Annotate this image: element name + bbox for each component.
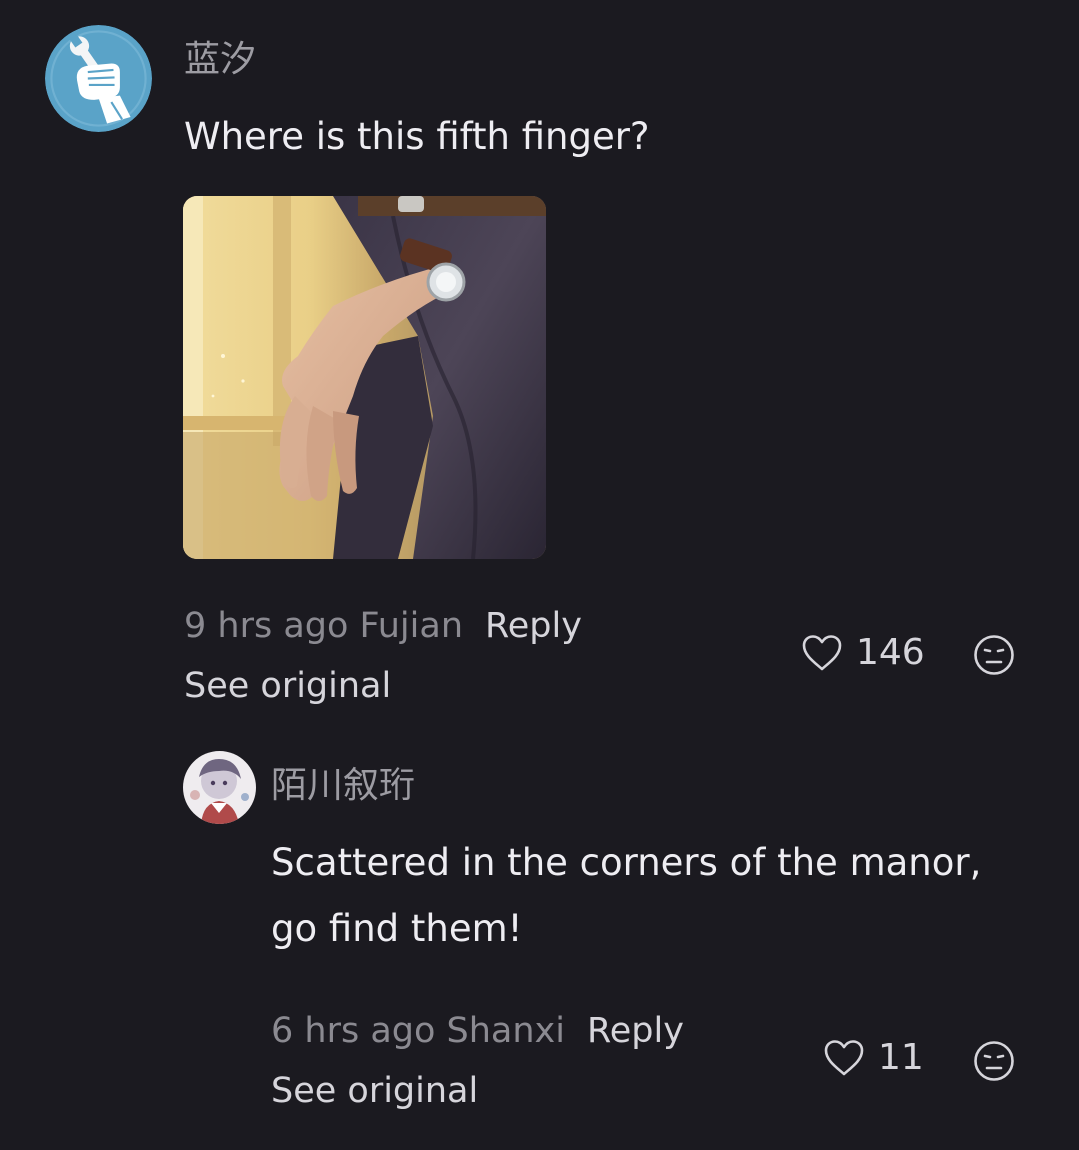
reply-username[interactable]: 陌川叙珩 (271, 768, 415, 804)
commenter-avatar[interactable] (45, 25, 152, 132)
commenter-username[interactable]: 蓝汐 (184, 42, 256, 78)
reply-avatar[interactable] (183, 751, 256, 824)
comment-text: Where is this fifth finger? (184, 115, 650, 158)
fist-wrench-icon (45, 25, 152, 132)
neutral-face-icon (974, 635, 1014, 675)
reply-reply-button[interactable]: Reply (587, 1011, 684, 1051)
comment-like-count: 146 (856, 632, 925, 673)
reply-time-location: 6 hrs ago Shanxi (271, 1011, 565, 1051)
comment-like-button[interactable]: 146 (800, 633, 925, 673)
reply-like-button[interactable]: 11 (822, 1038, 924, 1078)
hand-with-watch-image (183, 196, 546, 559)
comment-dislike-button[interactable] (973, 634, 1015, 676)
reply-dislike-button[interactable] (973, 1040, 1015, 1082)
reply-meta: 6 hrs ago Shanxi Reply (271, 1014, 684, 1049)
anime-character-avatar (183, 751, 256, 824)
comment-see-original-link[interactable]: See original (184, 669, 391, 704)
neutral-face-icon (974, 1041, 1014, 1081)
reply-see-original-link[interactable]: See original (271, 1074, 478, 1109)
comment-image[interactable] (183, 196, 546, 559)
comment-time-location: 9 hrs ago Fujian (184, 606, 464, 646)
reply-like-count: 11 (878, 1037, 924, 1078)
heart-icon (802, 635, 842, 671)
heart-icon (824, 1040, 864, 1076)
comment-meta: 9 hrs ago Fujian Reply (184, 609, 582, 644)
comment-reply-button[interactable]: Reply (485, 606, 582, 646)
comment-thread: 蓝汐 Where is this fifth finger? 9 hrs ago… (0, 0, 1079, 1150)
reply-text-line2: go find them! (271, 907, 523, 950)
reply-text-line1: Scattered in the corners of the manor, (271, 841, 982, 884)
